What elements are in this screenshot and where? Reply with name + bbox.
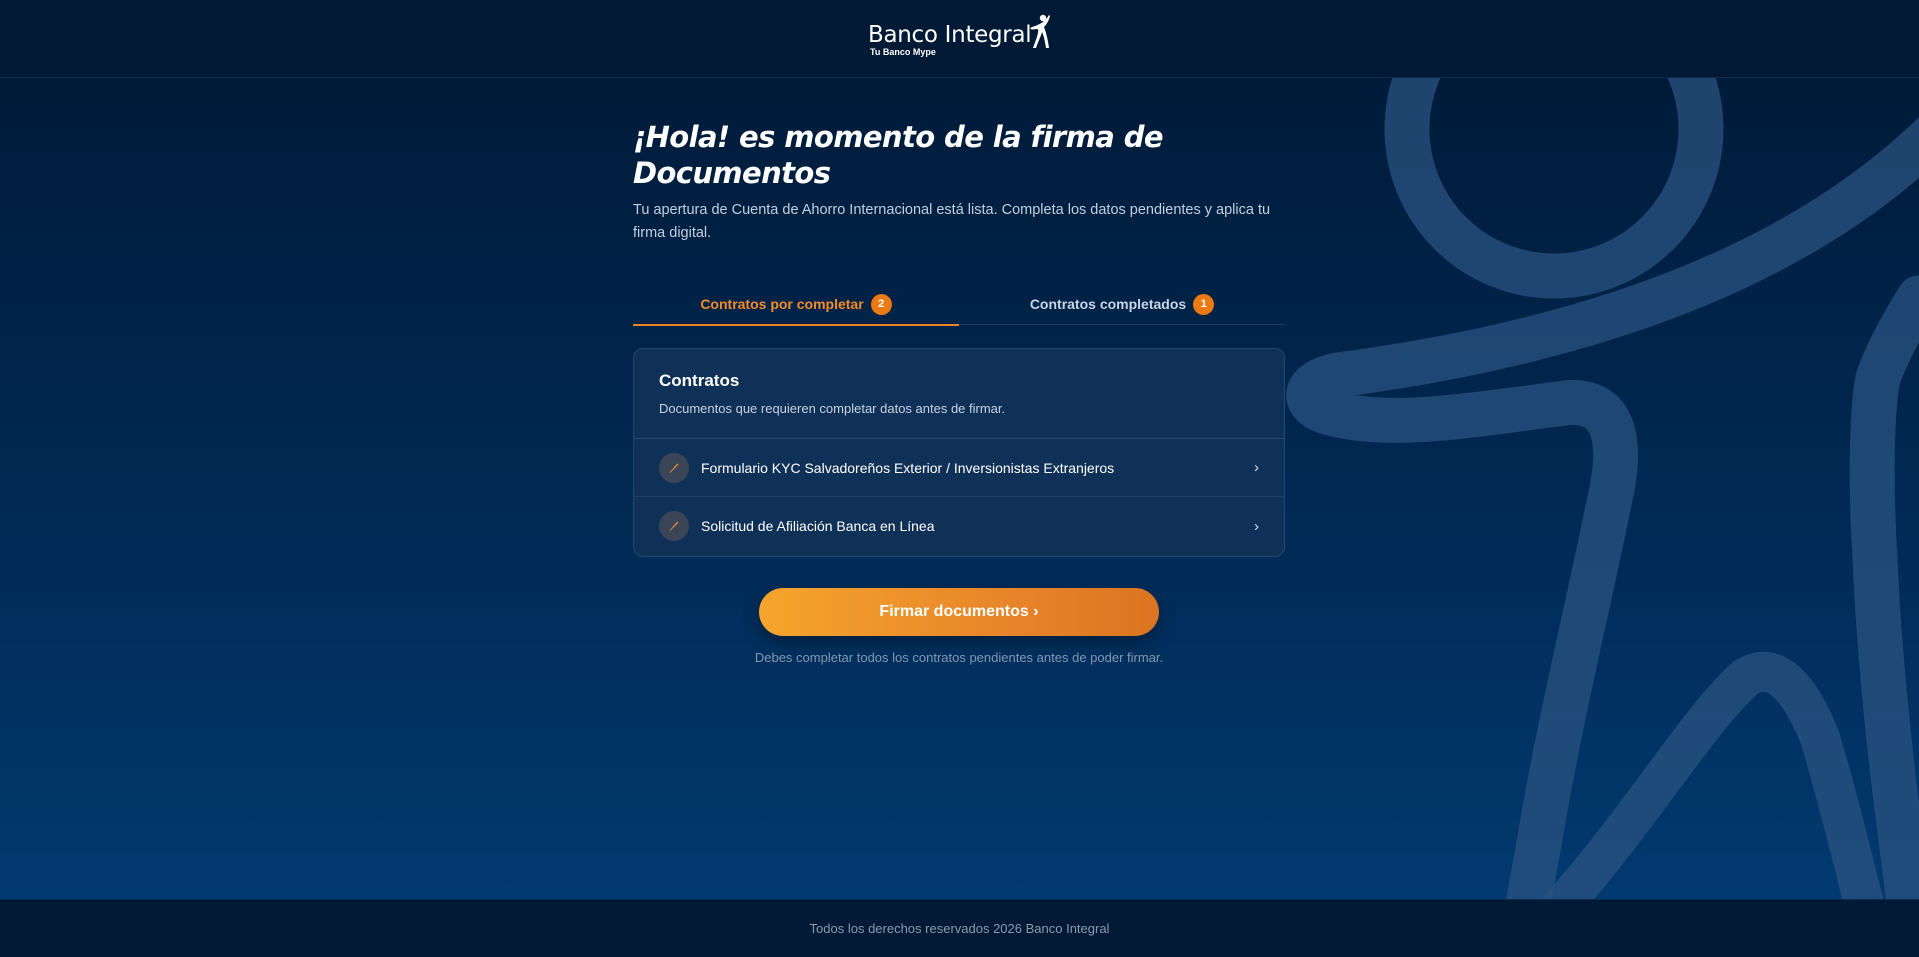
card-header: Contratos Documentos que requieren compl… (634, 349, 1284, 439)
count-badge: 1 (1193, 293, 1215, 315)
card-title: Contratos (659, 371, 740, 390)
chevron-right-icon: › (1254, 459, 1259, 476)
top-header: Banco Integral Tu Banco Mype (0, 0, 1919, 78)
tab-label: Contratos completados (1029, 296, 1187, 312)
pencil-icon (659, 511, 689, 541)
tab-contracts-pending[interactable]: Contratos por completar 2 (633, 283, 959, 326)
contract-item-label: Solicitud de Afiliación Banca en Línea (701, 518, 935, 534)
page-title: ¡Hola! es momento de la firma de Documen… (633, 120, 1164, 190)
brand-name: Banco Integral (868, 22, 1032, 48)
page-subtitle: Tu apertura de Cuenta de Ahorro Internac… (633, 202, 1271, 241)
sign-documents-button[interactable]: Firmar documentos › (759, 588, 1159, 636)
chevron-right-icon: › (1254, 517, 1259, 535)
pencil-icon (659, 452, 689, 483)
brand-tagline: Tu Banco Mype (870, 47, 936, 57)
tab-label: Contratos por completar (700, 296, 864, 312)
sign-requirement-note: Debes completar todos los contratos pend… (754, 650, 1164, 665)
contracts-card: Contratos Documentos que requieren compl… (633, 348, 1285, 557)
brand-logo[interactable]: Banco Integral Tu Banco Mype (868, 14, 1058, 60)
copyright-text: Todos los derechos reservados 2026 Banco… (809, 921, 1110, 936)
contract-item-online-banking[interactable]: Solicitud de Afiliación Banca en Línea › (634, 497, 1284, 555)
contract-item-label: Formulario KYC Salvadoreños Exterior / I… (701, 459, 1115, 476)
main-area: ¡Hola! es momento de la firma de Documen… (0, 78, 1919, 899)
tab-contracts-completed[interactable]: Contratos completados 1 (959, 283, 1285, 325)
card-description: Documentos que requieren completar datos… (659, 401, 1006, 416)
contract-item-kyc[interactable]: Formulario KYC Salvadoreños Exterior / I… (634, 439, 1284, 497)
logo-figure-icon (1030, 14, 1050, 48)
count-badge: 2 (870, 293, 892, 315)
contract-tabs: Contratos por completar 2 Contratos comp… (633, 283, 1285, 326)
page-footer: Todos los derechos reservados 2026 Banco… (0, 899, 1919, 957)
